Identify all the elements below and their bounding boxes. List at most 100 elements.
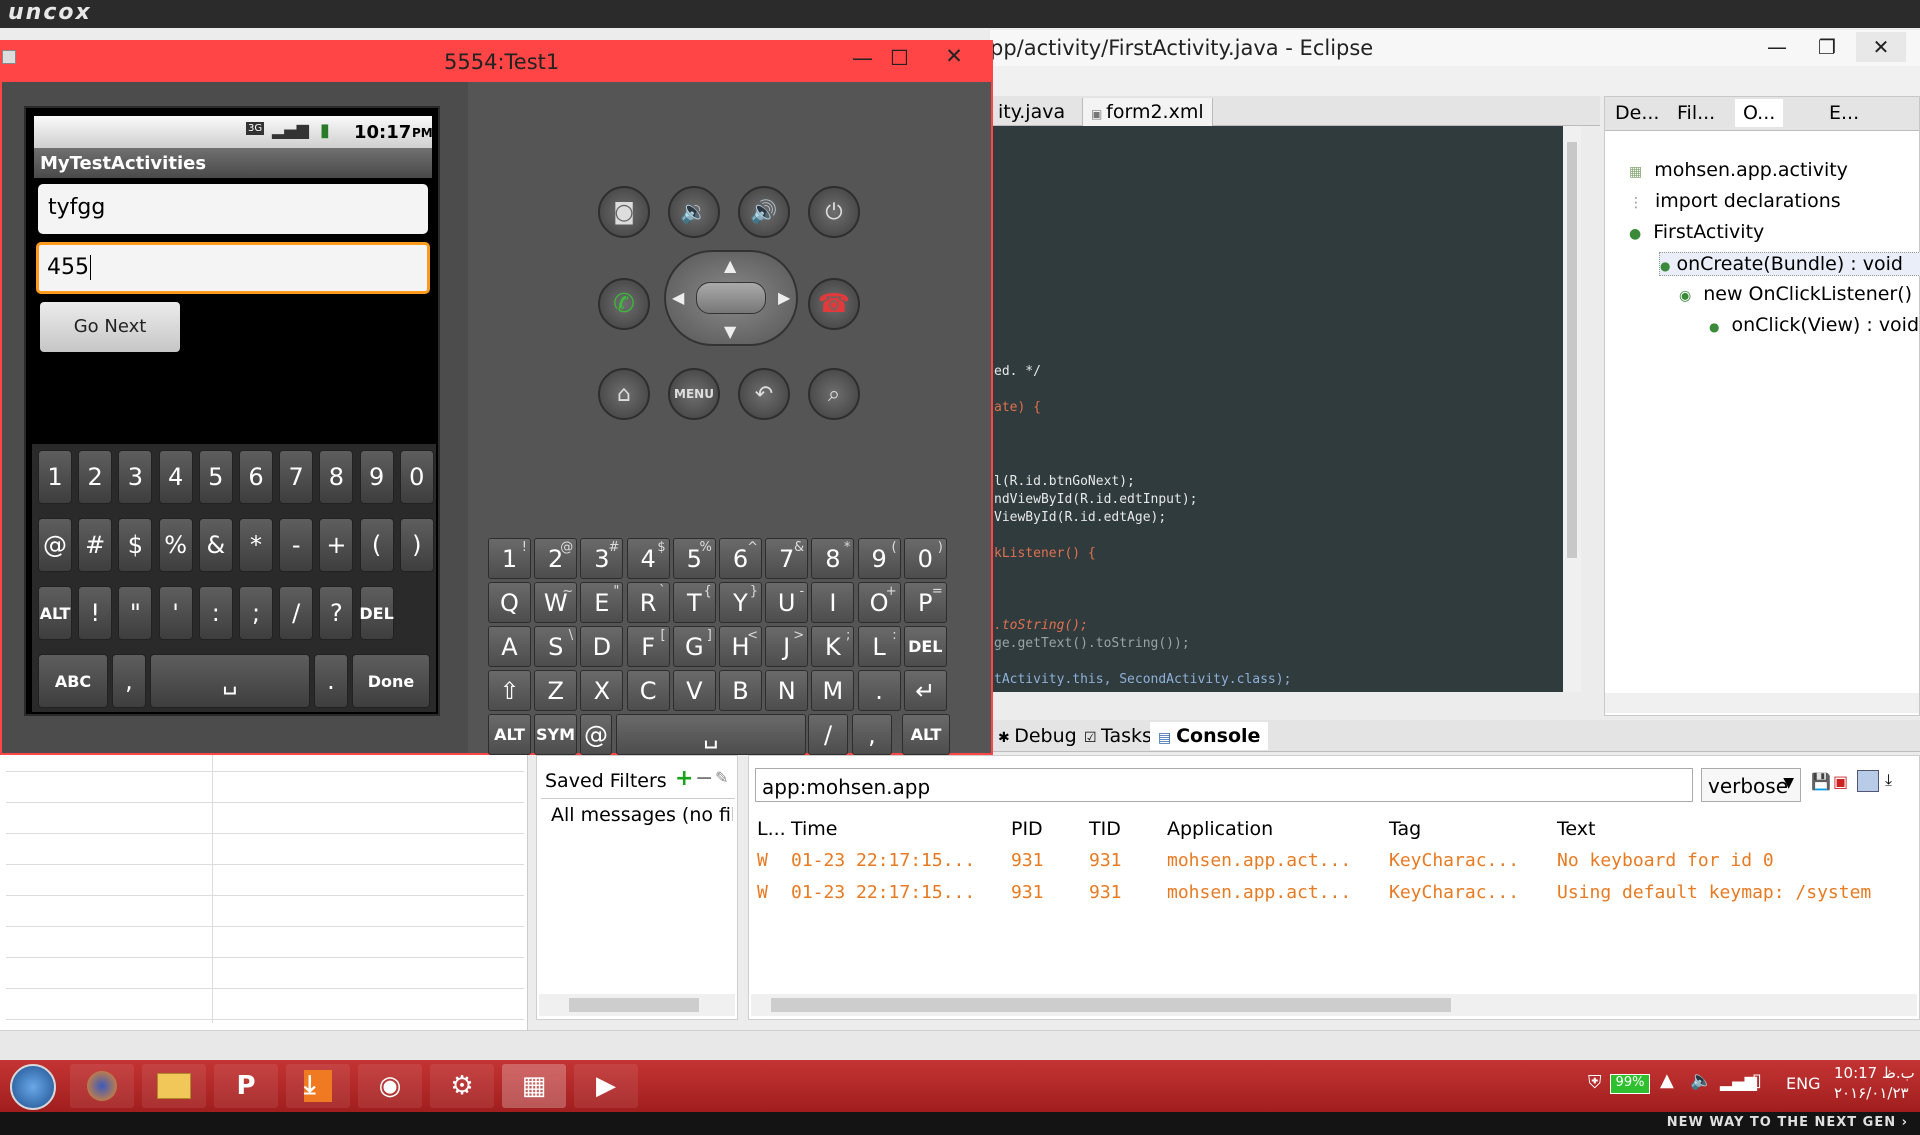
firefox-icon[interactable] bbox=[70, 1064, 134, 1108]
media-app-icon[interactable]: ◉ bbox=[358, 1064, 422, 1108]
soft-key[interactable]: : bbox=[198, 586, 233, 640]
close-button[interactable]: ✕ bbox=[1856, 32, 1906, 62]
soft-key[interactable]: # bbox=[78, 518, 113, 572]
hw-key[interactable]: G] bbox=[672, 626, 716, 667]
soft-key[interactable]: ALT bbox=[38, 586, 72, 640]
dpad[interactable]: ▲ ▼ ◀ ▶ bbox=[664, 250, 798, 346]
hw-key[interactable]: W ~ bbox=[534, 582, 578, 623]
hw-key[interactable]: 0) bbox=[903, 538, 947, 579]
dpad-up-icon[interactable]: ▲ bbox=[724, 256, 736, 275]
col-tag[interactable]: Tag bbox=[1389, 818, 1421, 840]
hw-key[interactable]: ␣ bbox=[616, 714, 806, 755]
hw-key[interactable]: L: bbox=[857, 626, 901, 667]
hw-key[interactable]: ⇧ bbox=[488, 670, 531, 711]
emu-close-button[interactable]: ✕ bbox=[926, 44, 982, 72]
hw-key[interactable]: J > bbox=[765, 626, 809, 667]
soft-key[interactable]: 8 bbox=[319, 450, 354, 504]
search-button[interactable]: ⌕ bbox=[808, 368, 860, 420]
volume-down-button[interactable]: 🔉 bbox=[668, 186, 720, 238]
clock-time[interactable]: 10:17 ب.ظ bbox=[1834, 1064, 1915, 1082]
tab-debug-view[interactable]: De... bbox=[1607, 99, 1667, 127]
soft-key[interactable]: ) bbox=[399, 518, 434, 572]
soft-key[interactable]: ( bbox=[359, 518, 394, 572]
filter-all-messages[interactable]: All messages (no filte bbox=[551, 804, 733, 826]
hw-key[interactable]: U- bbox=[765, 582, 809, 623]
soft-key[interactable]: 4 bbox=[158, 450, 193, 504]
outline-item-imports[interactable]: ⋮ import declarations bbox=[1629, 190, 1841, 212]
hw-key[interactable]: 6 ^ bbox=[719, 538, 762, 579]
soft-key[interactable]: 3 bbox=[118, 450, 153, 504]
soft-key[interactable]: 2 bbox=[78, 450, 113, 504]
camera-button[interactable]: ◙ bbox=[598, 186, 650, 238]
hw-key[interactable]: X bbox=[580, 670, 624, 711]
hw-key[interactable]: Y} bbox=[719, 582, 762, 623]
hw-key[interactable]: , bbox=[852, 714, 892, 755]
soft-key[interactable]: ' bbox=[158, 586, 193, 640]
hw-key[interactable]: S \ bbox=[534, 626, 578, 667]
soft-key[interactable]: 7 bbox=[279, 450, 314, 504]
hw-key[interactable]: K; bbox=[811, 626, 855, 667]
hw-key[interactable]: 5% bbox=[672, 538, 716, 579]
emulator-window-icon[interactable]: ▦ bbox=[502, 1064, 566, 1108]
text-input-name[interactable]: tyfgg bbox=[38, 184, 428, 234]
col-time[interactable]: Time bbox=[791, 818, 838, 840]
hw-key[interactable]: I bbox=[811, 582, 855, 623]
tab-outline[interactable]: O... bbox=[1735, 99, 1784, 127]
soft-key[interactable]: @ bbox=[38, 518, 72, 572]
hw-key[interactable]: P = bbox=[903, 582, 947, 623]
end-call-button[interactable]: ☎ bbox=[808, 278, 860, 330]
settings-icon[interactable]: ⚙ bbox=[430, 1064, 494, 1108]
col-application[interactable]: Application bbox=[1167, 818, 1273, 840]
clear-log-icon[interactable]: ▣ bbox=[1833, 772, 1848, 791]
soft-key[interactable]: $ bbox=[118, 518, 153, 572]
soft-key[interactable]: 5 bbox=[198, 450, 233, 504]
outline-item-onclick[interactable]: ● onClick(View) : void bbox=[1709, 314, 1919, 336]
start-button[interactable] bbox=[10, 1064, 56, 1110]
tab-console[interactable]: ▤ Console bbox=[1150, 722, 1269, 750]
hw-key[interactable]: 2 @ bbox=[534, 538, 578, 579]
back-button[interactable]: ↶ bbox=[738, 368, 790, 420]
power-button[interactable]: ⏻ bbox=[808, 186, 860, 238]
hw-key[interactable]: ALT bbox=[902, 714, 950, 755]
hw-key[interactable]: . bbox=[857, 670, 901, 711]
tab-files[interactable]: Fil... bbox=[1669, 99, 1723, 127]
show-hidden-icons[interactable]: ▲ bbox=[1660, 1070, 1674, 1091]
hw-key[interactable]: 3 # bbox=[580, 538, 624, 579]
soft-key[interactable]: ! bbox=[78, 586, 113, 640]
soft-key[interactable]: ␣ bbox=[150, 654, 310, 708]
hw-key[interactable]: 4 $ bbox=[626, 538, 670, 579]
col-text[interactable]: Text bbox=[1557, 818, 1595, 840]
home-button[interactable]: ⌂ bbox=[598, 368, 650, 420]
menu-button[interactable]: MENU bbox=[668, 368, 720, 420]
dpad-center-button[interactable] bbox=[696, 282, 766, 314]
hw-key[interactable]: 9( bbox=[857, 538, 901, 579]
hw-key[interactable]: SYM bbox=[534, 714, 577, 755]
download-manager-icon[interactable]: ⤓ bbox=[286, 1064, 350, 1108]
hw-key[interactable]: F[ bbox=[626, 626, 670, 667]
scroll-lock-icon[interactable]: ⤓ bbox=[1885, 770, 1892, 790]
dpad-right-icon[interactable]: ▶ bbox=[778, 288, 790, 307]
soft-key[interactable]: 1 bbox=[38, 450, 72, 504]
hw-key[interactable]: A bbox=[488, 626, 531, 667]
hw-key[interactable]: 8 * bbox=[811, 538, 855, 579]
volume-up-button[interactable]: 🔊 bbox=[738, 186, 790, 238]
video-player-icon[interactable]: ▶ bbox=[574, 1064, 638, 1108]
volume-icon[interactable]: 🔈 bbox=[1690, 1070, 1712, 1091]
soft-key[interactable]: ABC bbox=[38, 654, 108, 708]
save-log-icon[interactable]: 💾 bbox=[1811, 772, 1831, 791]
hw-key[interactable]: @ bbox=[580, 714, 612, 755]
logcat-hscrollbar[interactable] bbox=[751, 994, 1917, 1016]
log-level-select[interactable]: verbose ▼ bbox=[1701, 768, 1801, 802]
hw-key[interactable]: E " bbox=[580, 582, 624, 623]
scrollbar-thumb[interactable] bbox=[771, 998, 1451, 1012]
call-button[interactable]: ✆ bbox=[598, 278, 650, 330]
soft-key[interactable]: 0 bbox=[399, 450, 434, 504]
scrollbar-thumb[interactable] bbox=[1567, 142, 1577, 558]
language-indicator[interactable]: ENG bbox=[1786, 1074, 1820, 1093]
col-pid[interactable]: PID bbox=[1011, 818, 1043, 840]
soft-key[interactable]: 9 bbox=[359, 450, 394, 504]
dpad-down-icon[interactable]: ▼ bbox=[724, 322, 736, 341]
hw-key[interactable]: T{ bbox=[672, 582, 716, 623]
hw-key[interactable]: ALT bbox=[488, 714, 531, 755]
hw-key[interactable]: Z bbox=[534, 670, 578, 711]
